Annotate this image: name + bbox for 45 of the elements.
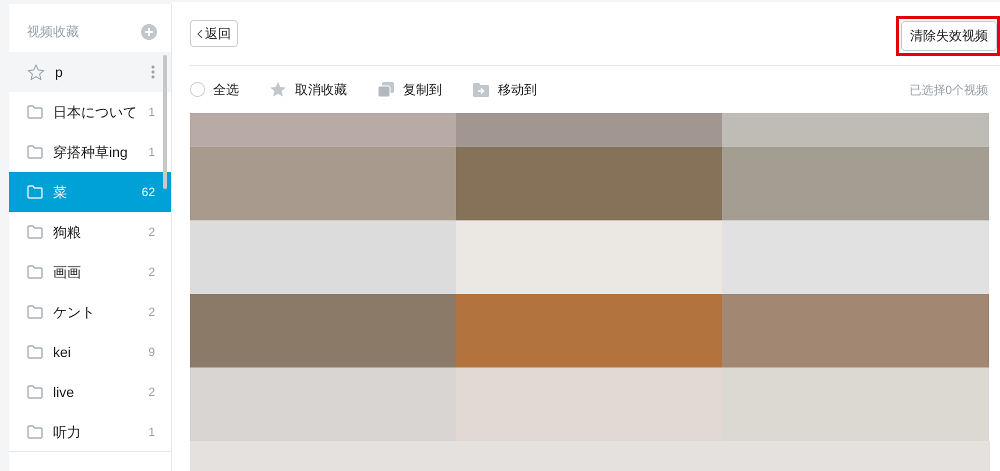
folder-count: 2 (148, 224, 155, 241)
folder-count: 62 (142, 184, 155, 201)
back-button[interactable]: 返回 (190, 20, 238, 47)
folder-name: 画画 (53, 262, 82, 282)
copy-icon (377, 81, 395, 98)
clear-invalid-button[interactable]: 清除失效视频 (901, 20, 997, 50)
folder-icon (27, 385, 43, 399)
more-icon[interactable] (151, 65, 155, 79)
folder-icon (27, 345, 43, 359)
folder-name: p (55, 62, 64, 82)
folder-name: 穿搭种草ing (53, 142, 129, 162)
folder-icon (27, 145, 43, 159)
folder-icon (27, 305, 43, 319)
toolbar-action[interactable]: 移动到 (472, 80, 537, 100)
folder-count: 2 (148, 304, 155, 321)
folder-name: kei (53, 342, 72, 362)
toolbar-action[interactable]: 取消收藏 (269, 80, 347, 100)
select-all-checkbox[interactable]: 全选 (190, 80, 239, 100)
move-folder-icon (472, 82, 490, 98)
star-icon (269, 81, 287, 98)
folder-icon (27, 185, 43, 199)
folder-name: 听力 (53, 422, 82, 442)
selection-count: 已选择0个视频 (909, 82, 988, 98)
scrollbar[interactable] (163, 55, 167, 189)
folder-icon (27, 225, 43, 239)
folder-item[interactable]: p (9, 52, 171, 92)
folder-name: live (53, 382, 76, 402)
folder-name: 狗粮 (53, 222, 82, 242)
folder-name: 菜 (53, 182, 68, 202)
chevron-left-icon (197, 28, 203, 38)
folder-icon (27, 105, 43, 119)
folder-icon (27, 265, 43, 279)
folder-count: 2 (148, 384, 155, 401)
folder-icon (27, 425, 43, 439)
folder-count: 1 (148, 144, 155, 161)
folder-name: 日本について (53, 102, 138, 122)
star-icon (27, 64, 45, 80)
toolbar-action[interactable]: 复制到 (377, 80, 442, 100)
folder-count: 1 (148, 104, 155, 121)
folder-count: 1 (148, 424, 155, 441)
folder-count: 2 (148, 264, 155, 281)
folder-name: ケント (53, 302, 96, 322)
sidebar-title: 视频收藏 (27, 23, 79, 42)
add-icon[interactable] (141, 24, 157, 40)
folder-count: 9 (148, 344, 155, 361)
